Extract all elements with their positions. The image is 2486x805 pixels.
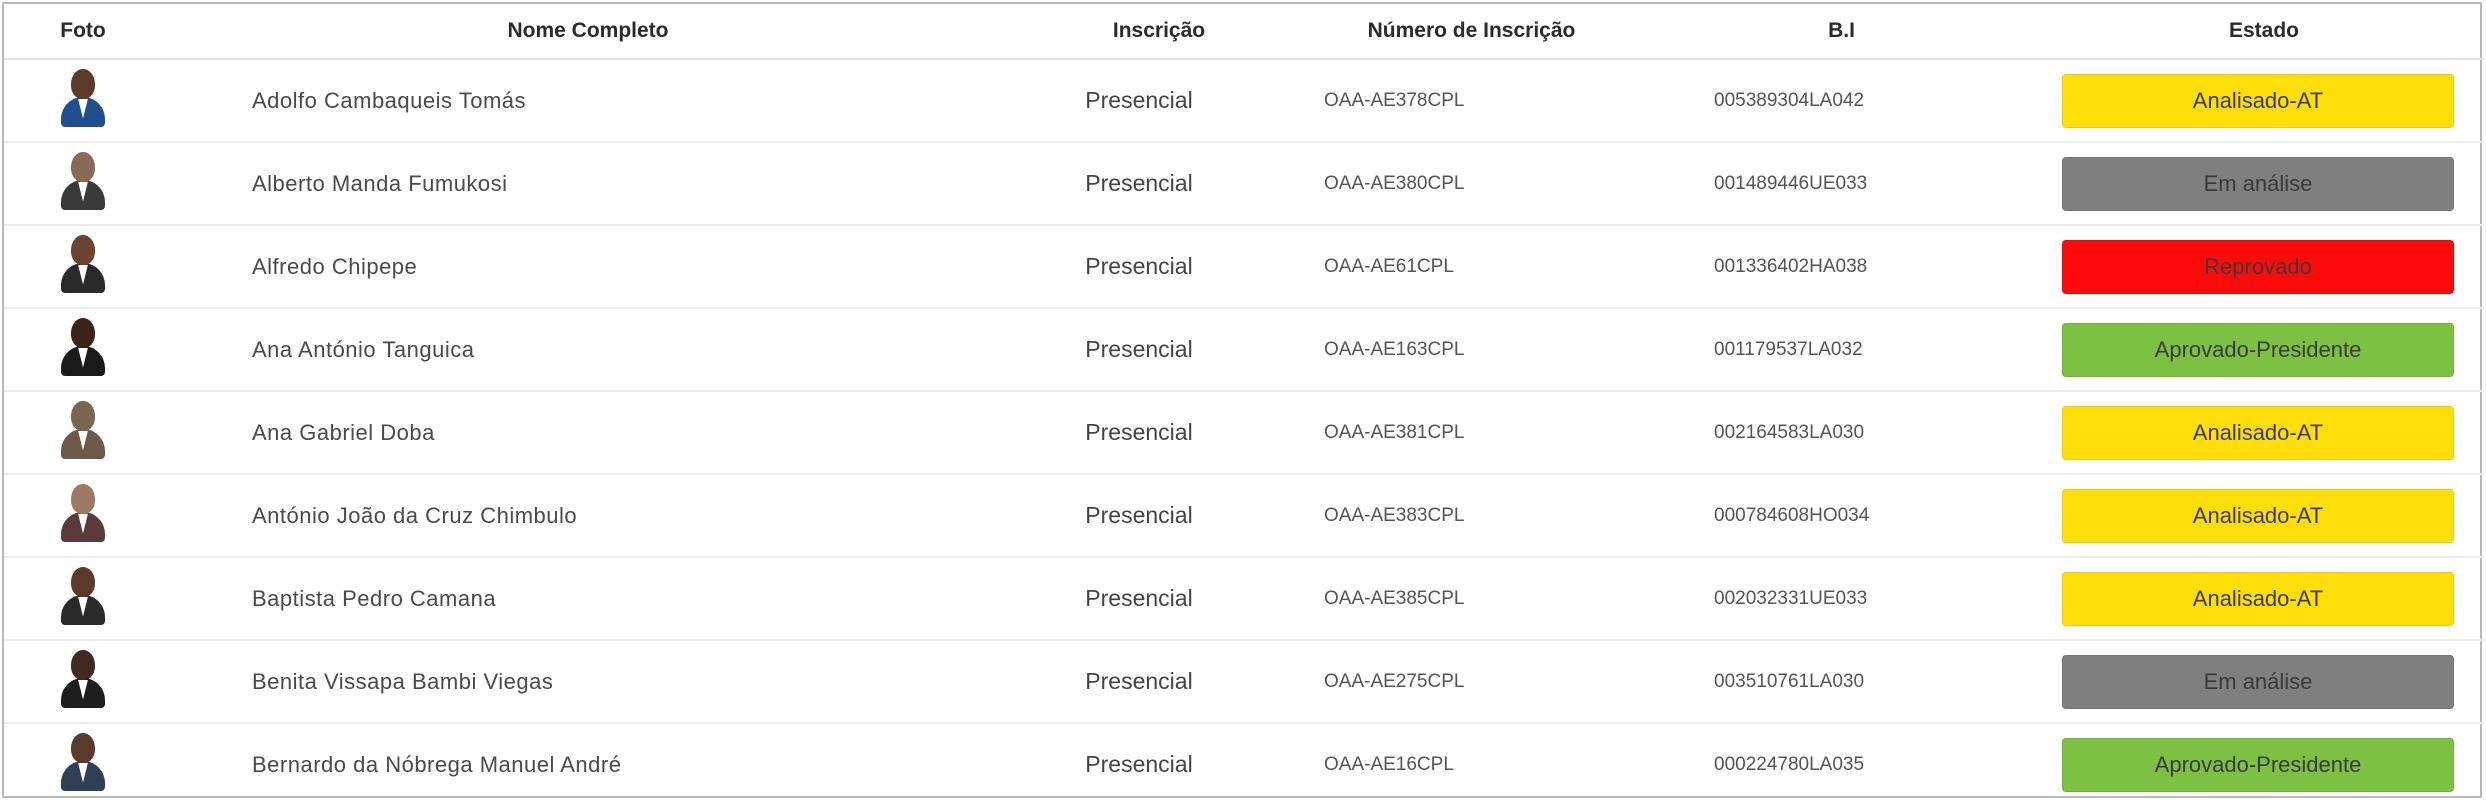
full-name[interactable]: Alfredo Chipepe	[162, 225, 1014, 309]
table-header-row: Foto Nome Completo Inscrição Número de I…	[4, 4, 2484, 60]
numero-inscricao: OAA-AE61CPL	[1304, 225, 1639, 309]
status-cell: Em análise	[2044, 142, 2484, 226]
bi-number: 001489446UE033	[1639, 142, 2044, 226]
avatar	[58, 482, 108, 544]
inscricao-type: Presencial	[1014, 308, 1304, 392]
column-header-nome[interactable]: Nome Completo	[162, 4, 1014, 60]
bi-number: 000784608HO034	[1639, 474, 2044, 558]
numero-inscricao: OAA-AE275CPL	[1304, 640, 1639, 724]
inscricao-type: Presencial	[1014, 391, 1304, 475]
table-row[interactable]: Alfredo Chipepe Presencial OAA-AE61CPL 0…	[4, 225, 2484, 309]
inscricao-type: Presencial	[1014, 557, 1304, 641]
inscricao-type: Presencial	[1014, 225, 1304, 309]
photo-cell	[4, 142, 162, 226]
status-badge[interactable]: Reprovado	[2062, 239, 2454, 294]
numero-inscricao: OAA-AE163CPL	[1304, 308, 1639, 392]
inscricao-type: Presencial	[1014, 142, 1304, 226]
avatar	[58, 565, 108, 627]
bi-number: 002164583LA030	[1639, 391, 2044, 475]
bi-number: 000224780LA035	[1714, 753, 1865, 775]
table-row[interactable]: Adolfo Cambaqueis Tomás Presencial OAA-A…	[4, 59, 2484, 143]
bi-number: 001179537LA032	[1639, 308, 2044, 392]
avatar	[58, 233, 108, 295]
status-cell: Reprovado	[2044, 225, 2484, 309]
table-row[interactable]: Ana Gabriel Doba Presencial OAA-AE381CPL…	[4, 391, 2484, 475]
photo-cell	[4, 557, 162, 641]
avatar	[58, 731, 108, 793]
avatar	[58, 150, 108, 212]
full-name[interactable]: Ana Gabriel Doba	[162, 391, 1014, 475]
avatar	[58, 399, 108, 461]
status-badge[interactable]: Analisado-AT	[2062, 405, 2454, 460]
avatar	[58, 67, 108, 129]
numero-inscricao: OAA-AE385CPL	[1304, 557, 1639, 641]
status-cell: Aprovado-Presidente	[2044, 723, 2484, 805]
candidates-table: Foto Nome Completo Inscrição Número de I…	[4, 4, 2484, 805]
table-row[interactable]: Alberto Manda Fumukosi Presencial OAA-AE…	[4, 142, 2484, 226]
bi-number: 002032331UE033	[1639, 557, 2044, 641]
numero-inscricao: OAA-AE380CPL	[1304, 142, 1639, 226]
status-badge[interactable]: Analisado-AT	[2062, 73, 2454, 128]
column-header-foto[interactable]: Foto	[4, 4, 162, 60]
photo-cell	[4, 723, 162, 805]
inscricao-type: Presencial	[1014, 474, 1304, 558]
numero-inscricao: OAA-AE16CPL	[1324, 753, 1454, 775]
avatar	[58, 648, 108, 710]
table-row[interactable]: Baptista Pedro Camana Presencial OAA-AE3…	[4, 557, 2484, 641]
full-name[interactable]: Bernardo da Nóbrega Manuel André	[162, 723, 1014, 805]
photo-cell	[4, 59, 162, 143]
full-name[interactable]: Ana António Tanguica	[162, 308, 1014, 392]
photo-cell	[4, 474, 162, 558]
candidates-table-panel: Foto Nome Completo Inscrição Número de I…	[2, 2, 2484, 798]
numero-inscricao: OAA-AE381CPL	[1304, 391, 1639, 475]
table-row[interactable]: Benita Vissapa Bambi Viegas Presencial O…	[4, 640, 2484, 724]
numero-inscricao: OAA-AE383CPL	[1304, 474, 1639, 558]
status-badge[interactable]: Aprovado-Presidente	[2062, 737, 2454, 792]
full-name[interactable]: Baptista Pedro Camana	[162, 557, 1014, 641]
column-header-inscricao[interactable]: Inscrição	[1014, 4, 1304, 60]
status-badge[interactable]: Em análise	[2062, 654, 2454, 709]
inscricao-type: Presencial	[1014, 59, 1304, 143]
status-cell: Analisado-AT	[2044, 474, 2484, 558]
table-row[interactable]: Bernardo da Nóbrega Manuel André Presenc…	[4, 723, 2484, 805]
photo-cell	[4, 640, 162, 724]
status-cell: Analisado-AT	[2044, 59, 2484, 143]
column-header-bi[interactable]: B.I	[1639, 4, 2044, 60]
column-header-estado[interactable]: Estado	[2044, 4, 2484, 60]
table-row[interactable]: António João da Cruz Chimbulo Presencial…	[4, 474, 2484, 558]
bi-number: 005389304LA042	[1639, 59, 2044, 143]
inscricao-type: Presencial	[1085, 751, 1193, 777]
photo-cell	[4, 225, 162, 309]
full-name[interactable]: Benita Vissapa Bambi Viegas	[162, 640, 1014, 724]
table-row[interactable]: Ana António Tanguica Presencial OAA-AE16…	[4, 308, 2484, 392]
status-cell: Em análise	[2044, 640, 2484, 724]
full-name[interactable]: Alberto Manda Fumukosi	[162, 142, 1014, 226]
status-badge[interactable]: Em análise	[2062, 156, 2454, 211]
status-badge[interactable]: Analisado-AT	[2062, 571, 2454, 626]
status-badge[interactable]: Analisado-AT	[2062, 488, 2454, 543]
avatar	[58, 316, 108, 378]
column-header-numero[interactable]: Número de Inscrição	[1304, 4, 1639, 60]
status-badge[interactable]: Aprovado-Presidente	[2062, 322, 2454, 377]
bi-number: 003510761LA030	[1639, 640, 2044, 724]
bi-number: 001336402HA038	[1639, 225, 2044, 309]
status-cell: Aprovado-Presidente	[2044, 308, 2484, 392]
inscricao-type: Presencial	[1014, 640, 1304, 724]
photo-cell	[4, 308, 162, 392]
photo-cell	[4, 391, 162, 475]
full-name[interactable]: Adolfo Cambaqueis Tomás	[162, 59, 1014, 143]
status-cell: Analisado-AT	[2044, 391, 2484, 475]
numero-inscricao: OAA-AE378CPL	[1304, 59, 1639, 143]
status-cell: Analisado-AT	[2044, 557, 2484, 641]
full-name[interactable]: António João da Cruz Chimbulo	[162, 474, 1014, 558]
